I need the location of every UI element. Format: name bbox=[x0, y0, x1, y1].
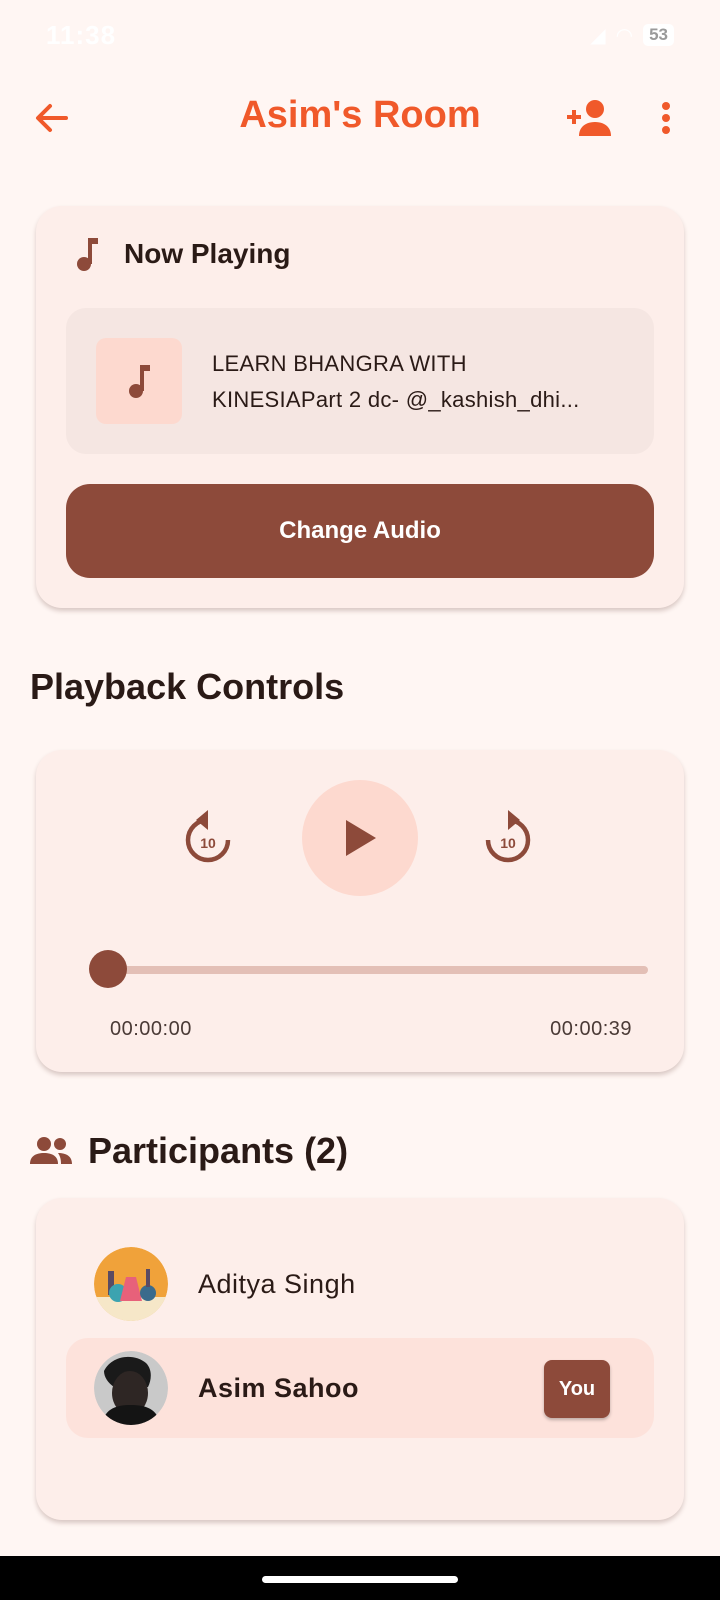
participant-name: Aditya Singh bbox=[198, 1268, 356, 1299]
participant-item-current-user[interactable]: Asim Sahoo You bbox=[66, 1338, 654, 1438]
add-participant-button[interactable] bbox=[565, 96, 613, 140]
seek-bar[interactable] bbox=[108, 966, 648, 974]
track-title-line-2: KINESIAPart 2 dc- @_kashish_dhi... bbox=[212, 387, 580, 412]
playback-controls-title: Playback Controls bbox=[30, 666, 345, 707]
play-button[interactable] bbox=[302, 780, 418, 896]
participants-header: Participants (2) bbox=[30, 1130, 348, 1172]
avatar-image bbox=[94, 1247, 168, 1321]
track-thumbnail bbox=[96, 338, 182, 424]
system-nav-bar bbox=[0, 1556, 720, 1600]
playback-controls-card: 10 10 00:00:00 00:00:39 bbox=[36, 750, 684, 1072]
rewind-10-button[interactable]: 10 bbox=[182, 808, 234, 866]
home-indicator[interactable] bbox=[262, 1576, 458, 1583]
play-icon bbox=[346, 820, 376, 856]
person-add-icon bbox=[567, 100, 611, 136]
replay-10-icon: 10 bbox=[185, 810, 231, 863]
status-time: 11:38 bbox=[46, 19, 117, 50]
avatar bbox=[94, 1351, 168, 1425]
status-bar: 11:38 ◢ ◠ 53 bbox=[0, 0, 720, 70]
avatar bbox=[94, 1247, 168, 1321]
track-title: LEARN BHANGRA WITH KINESIAPart 2 dc- @_k… bbox=[212, 346, 628, 418]
svg-text:10: 10 bbox=[200, 835, 216, 851]
seek-bar-thumb[interactable] bbox=[89, 950, 127, 988]
now-playing-label: Now Playing bbox=[124, 238, 291, 269]
forward-10-button[interactable]: 10 bbox=[482, 808, 534, 866]
now-playing-header: Now Playing bbox=[74, 236, 290, 272]
you-badge: You bbox=[544, 1360, 610, 1418]
group-icon bbox=[30, 1137, 72, 1164]
current-time: 00:00:00 bbox=[110, 1018, 192, 1040]
wifi-icon: ◠ bbox=[615, 24, 634, 47]
participant-item[interactable]: Aditya Singh bbox=[66, 1234, 654, 1334]
participant-name: Asim Sahoo bbox=[198, 1372, 360, 1403]
forward-10-icon: 10 bbox=[485, 810, 531, 863]
avatar-image bbox=[94, 1351, 168, 1425]
current-track: LEARN BHANGRA WITH KINESIAPart 2 dc- @_k… bbox=[66, 308, 654, 454]
music-note-icon bbox=[77, 238, 98, 271]
more-options-button[interactable] bbox=[656, 96, 676, 140]
change-audio-button[interactable]: Change Audio bbox=[66, 484, 654, 578]
now-playing-card: Now Playing LEARN BHANGRA WITH KINESIAPa… bbox=[36, 206, 684, 608]
more-vert-icon bbox=[662, 102, 670, 134]
signal-icon: ◢ bbox=[590, 24, 606, 47]
total-time: 00:00:39 bbox=[550, 1018, 632, 1040]
battery-indicator: 53 bbox=[643, 24, 674, 46]
track-title-line-1: LEARN BHANGRA WITH bbox=[212, 351, 467, 376]
app-bar: Asim's Room bbox=[0, 78, 720, 158]
status-icons: ◢ ◠ 53 bbox=[590, 23, 674, 48]
participants-card: Aditya Singh Asim Sahoo You bbox=[36, 1198, 684, 1520]
music-note-icon bbox=[129, 365, 150, 398]
svg-text:10: 10 bbox=[500, 835, 516, 851]
participants-title: Participants (2) bbox=[88, 1130, 349, 1171]
